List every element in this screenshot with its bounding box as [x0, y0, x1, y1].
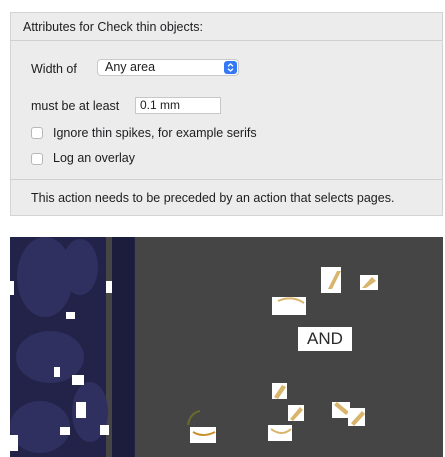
min-width-label: must be at least [31, 99, 120, 113]
width-of-value: Any area [105, 60, 156, 74]
panel-title: Attributes for Check thin objects: [23, 20, 203, 34]
log-overlay-checkbox[interactable] [31, 153, 43, 165]
info-divider [11, 179, 442, 180]
flagged-marks [187, 267, 378, 443]
and-text-label: AND [298, 327, 352, 351]
floral-artwork [10, 237, 378, 457]
title-divider [11, 40, 442, 41]
ignore-spikes-checkbox[interactable] [31, 127, 43, 139]
chevron-updown-icon [224, 61, 237, 74]
ignore-spikes-label: Ignore thin spikes, for example serifs [53, 126, 257, 140]
attributes-panel: Attributes for Check thin objects: Width… [10, 12, 443, 216]
min-width-field[interactable]: 0.1 mm [135, 97, 221, 114]
width-of-label: Width of [31, 62, 77, 76]
log-overlay-label: Log an overlay [53, 151, 136, 165]
width-of-select[interactable]: Any area [97, 59, 239, 76]
info-text: This action needs to be preceded by an a… [31, 191, 395, 205]
preview-canvas: AND [10, 237, 443, 457]
